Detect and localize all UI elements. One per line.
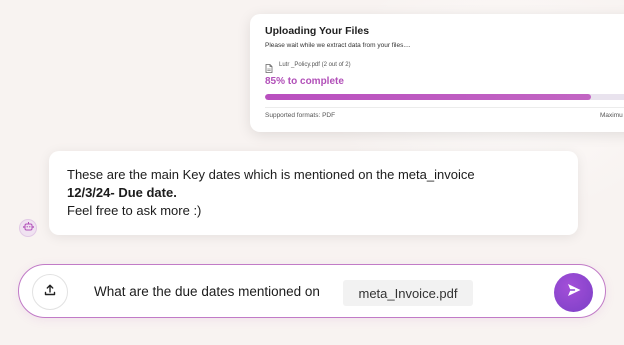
bot-avatar xyxy=(19,219,37,237)
bot-message-bubble: These are the main Key dates which is me… xyxy=(49,151,578,235)
progress-bar xyxy=(265,94,624,100)
upload-button[interactable] xyxy=(32,274,68,310)
upload-title: Uploading Your Files xyxy=(265,25,370,37)
upload-progress-card: Uploading Your Files Please wait while w… xyxy=(250,14,624,132)
bot-message-line: These are the main Key dates which is me… xyxy=(67,167,475,182)
document-icon xyxy=(265,60,273,73)
supported-formats: Supported formats: PDF xyxy=(265,112,336,119)
uploading-file-name: Lutr _Policy.pdf (2 out of 2) xyxy=(279,61,351,68)
robot-icon xyxy=(22,219,34,237)
progress-label: 85% to complete xyxy=(265,76,344,87)
card-divider xyxy=(265,107,624,108)
bot-message-line: 12/3/24- Due date. xyxy=(67,185,177,200)
upload-icon xyxy=(43,283,57,302)
send-button[interactable] xyxy=(554,273,593,312)
max-size-label: Maximu xyxy=(600,112,623,119)
chat-input-text[interactable]: What are the due dates mentioned on xyxy=(94,284,320,299)
send-icon xyxy=(564,280,584,305)
progress-bar-fill xyxy=(265,94,591,100)
bot-message-line: Feel free to ask more :) xyxy=(67,203,202,218)
attached-file-chip[interactable]: meta_Invoice.pdf xyxy=(343,280,473,306)
upload-subtitle: Please wait while we extract data from y… xyxy=(265,42,411,49)
chat-input-bar[interactable]: What are the due dates mentioned on meta… xyxy=(18,264,606,318)
uploading-file-row: Lutr _Policy.pdf (2 out of 2) xyxy=(265,60,351,73)
